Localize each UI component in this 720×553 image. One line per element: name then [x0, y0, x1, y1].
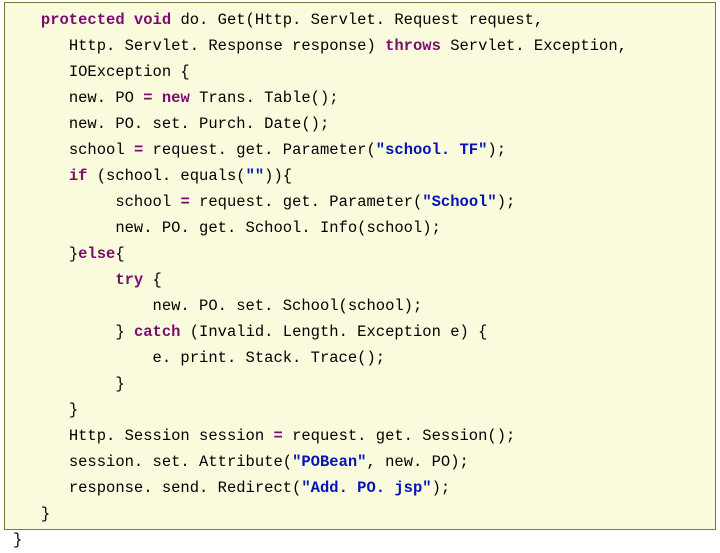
- line-8: school = request. get. Parameter("School…: [13, 193, 515, 211]
- line-16: }: [13, 401, 78, 419]
- line-1: protected void do. Get(Http. Servlet. Re…: [13, 11, 543, 29]
- code-block: protected void do. Get(Http. Servlet. Re…: [4, 2, 716, 530]
- line-7: if (school. equals("")){: [13, 167, 292, 185]
- line-18: session. set. Attribute("POBean", new. P…: [13, 453, 469, 471]
- line-3: IOException {: [13, 63, 190, 81]
- line-19: response. send. Redirect("Add. PO. jsp")…: [13, 479, 450, 497]
- line-12: new. PO. set. School(school);: [13, 297, 422, 315]
- line-13: } catch (Invalid. Length. Exception e) {: [13, 323, 487, 341]
- line-14: e. print. Stack. Trace();: [13, 349, 385, 367]
- line-15: }: [13, 375, 125, 393]
- line-5: new. PO. set. Purch. Date();: [13, 115, 329, 133]
- line-6: school = request. get. Parameter("school…: [13, 141, 506, 159]
- line-17: Http. Session session = request. get. Se…: [13, 427, 515, 445]
- line-10: }else{: [13, 245, 125, 263]
- line-21: }: [13, 531, 22, 549]
- line-2: Http. Servlet. Response response) throws…: [13, 37, 627, 55]
- line-4: new. PO = new Trans. Table();: [13, 89, 339, 107]
- line-9: new. PO. get. School. Info(school);: [13, 219, 441, 237]
- line-20: }: [13, 505, 50, 523]
- line-11: try {: [13, 271, 162, 289]
